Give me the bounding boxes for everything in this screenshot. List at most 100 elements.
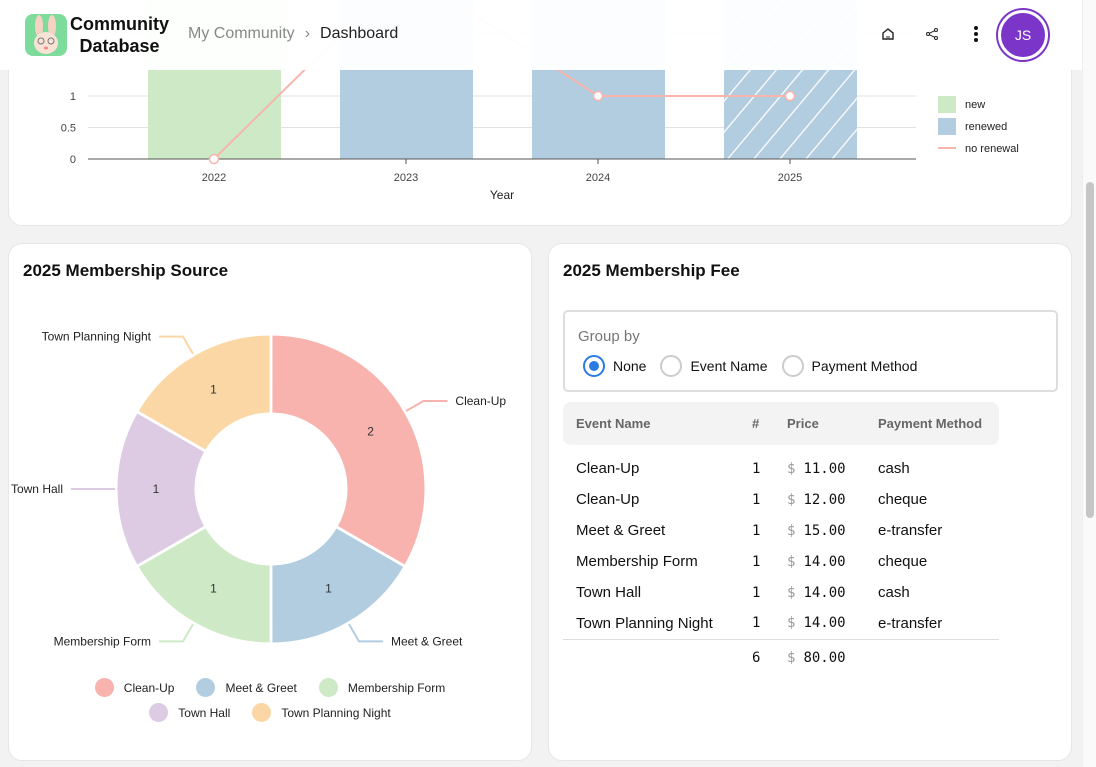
- card-title: 2025 Membership Fee: [563, 261, 740, 280]
- scrollbar-thumb[interactable]: [1086, 182, 1094, 518]
- app-header: Community Database My Community › Dashboa…: [0, 0, 1082, 70]
- page-scrollbar[interactable]: [1082, 0, 1096, 767]
- cell-event-name: Membership Form: [576, 553, 698, 570]
- cell-event-name: Town Hall: [576, 584, 642, 601]
- chevron-right-icon: ›: [304, 25, 311, 42]
- table-row[interactable]: Clean-Up 1 $11.00 cash: [563, 445, 999, 484]
- total-count: 6: [739, 638, 774, 677]
- slice-label: Clean-Up: [455, 394, 506, 408]
- cell-payment-method: cheque: [878, 553, 928, 570]
- x-tick-label: 2022: [202, 172, 226, 184]
- legend-label: Membership Form: [347, 680, 446, 695]
- price-value: 14.00: [803, 584, 846, 601]
- more-vertical-icon[interactable]: [966, 24, 986, 44]
- column-header-payment-method[interactable]: Payment Method: [865, 402, 999, 445]
- total-price: $80.00: [774, 638, 865, 677]
- x-tick-label: 2023: [394, 172, 418, 184]
- price-value: 15.00: [803, 522, 846, 539]
- line-point: [784, 90, 796, 102]
- radio-event-name[interactable]: [660, 355, 683, 377]
- legend-swatch: [94, 678, 114, 697]
- group-by-fieldset: Group by None Event Name Payment Method: [563, 310, 1058, 392]
- legend-item[interactable]: Clean-Up: [94, 678, 174, 697]
- table-row[interactable]: Membership Form 1 $14.00 cheque: [563, 546, 999, 577]
- leader-line: [405, 400, 448, 412]
- currency-symbol: $: [787, 460, 796, 477]
- table-row[interactable]: Town Hall 1 $14.00 cash: [563, 577, 999, 608]
- cell-price: $15.00: [774, 515, 865, 546]
- price-value: 11.00: [803, 460, 846, 477]
- app-logo[interactable]: [25, 14, 67, 56]
- leader-line: [159, 335, 194, 355]
- column-header-price[interactable]: Price: [774, 402, 865, 445]
- total-label: [563, 638, 739, 677]
- user-avatar[interactable]: JS: [998, 10, 1048, 60]
- cell-count: 1: [752, 615, 761, 632]
- radio-label-none[interactable]: None: [613, 358, 646, 374]
- legend-item[interactable]: Town Hall: [149, 703, 230, 722]
- cell-event-name: Clean-Up: [576, 491, 640, 508]
- slice-label: Town Hall: [11, 482, 63, 496]
- breadcrumb: My Community › Dashboard: [188, 25, 398, 43]
- total-price-value: 80.00: [803, 650, 846, 667]
- cell-payment-method: cheque: [878, 491, 928, 508]
- radio-none[interactable]: [583, 355, 605, 377]
- cell-event-name: Meet & Greet: [576, 522, 666, 539]
- table-row[interactable]: Meet & Greet 1 $15.00 e-transfer: [563, 515, 999, 546]
- table-row[interactable]: Clean-Up 1 $12.00 cheque: [563, 484, 999, 515]
- donut-legend: Clean-Up Meet & Greet Membership Form: [9, 678, 531, 697]
- currency-symbol: $: [787, 650, 796, 667]
- cell-price: $14.00: [774, 608, 865, 639]
- legend-label: no renewal: [965, 143, 1019, 155]
- brand-line-2: Database: [79, 36, 160, 56]
- legend-label: Town Planning Night: [281, 705, 391, 720]
- legend-item[interactable]: Meet & Greet: [196, 678, 297, 697]
- cell-price: $12.00: [774, 484, 865, 515]
- slice-label: Town Planning Night: [42, 330, 152, 344]
- legend-item[interactable]: Town Planning Night: [252, 703, 391, 722]
- fee-table: Event Name # Price Payment Method Clean-…: [563, 402, 999, 677]
- radio-label-event-name[interactable]: Event Name: [690, 358, 767, 374]
- price-value: 12.00: [803, 491, 846, 508]
- table-total-row: 6 $80.00: [563, 638, 999, 677]
- membership-source-card: 2025 Membership Source 2 Clean-Up 1 Meet & …: [8, 243, 532, 761]
- breadcrumb-my-community[interactable]: My Community: [188, 25, 295, 43]
- legend-swatch: [196, 678, 216, 697]
- line-point: [592, 90, 604, 102]
- line-point: [208, 153, 220, 165]
- price-value: 14.00: [803, 553, 846, 570]
- table-row[interactable]: Town Planning Night 1 $14.00 e-transfer: [563, 608, 999, 639]
- cell-event-name: Town Planning Night: [576, 614, 713, 632]
- column-header-count[interactable]: #: [739, 402, 774, 445]
- y-tick-label: 0: [70, 154, 76, 166]
- app-title[interactable]: Community Database: [70, 13, 169, 57]
- cell-count: 1: [752, 460, 761, 477]
- slice-value-label: 1: [325, 582, 332, 596]
- legend-label: Meet & Greet: [225, 680, 297, 695]
- share-icon[interactable]: [922, 24, 942, 44]
- cell-event-name: Clean-Up: [576, 460, 640, 477]
- cell-payment-method: cash: [878, 460, 910, 477]
- radio-payment-method[interactable]: [781, 355, 804, 377]
- slice-value-label: 1: [210, 382, 217, 396]
- membership-fee-card: 2025 Membership Fee Group by None Event …: [548, 243, 1072, 761]
- price-value: 14.00: [803, 615, 846, 632]
- cell-payment-method: cash: [878, 584, 910, 601]
- radio-label-payment-method[interactable]: Payment Method: [812, 358, 918, 374]
- cell-count: 1: [752, 522, 761, 539]
- slice-value-label: 2: [367, 425, 374, 439]
- slice-label: Meet & Greet: [391, 634, 463, 648]
- column-header-event-name[interactable]: Event Name: [563, 402, 739, 445]
- currency-symbol: $: [787, 615, 796, 632]
- slice-value-label: 1: [153, 482, 160, 496]
- cell-price: $11.00: [774, 445, 865, 484]
- legend-item[interactable]: Membership Form: [318, 678, 446, 697]
- cell-payment-method: e-transfer: [878, 614, 943, 632]
- cell-price: $14.00: [774, 546, 865, 577]
- legend-swatch: [938, 118, 956, 135]
- home-icon[interactable]: [878, 24, 898, 44]
- x-axis-label: Year: [490, 188, 514, 202]
- legend-swatch: [252, 703, 272, 722]
- legend-swatch: [938, 96, 956, 113]
- currency-symbol: $: [787, 522, 796, 539]
